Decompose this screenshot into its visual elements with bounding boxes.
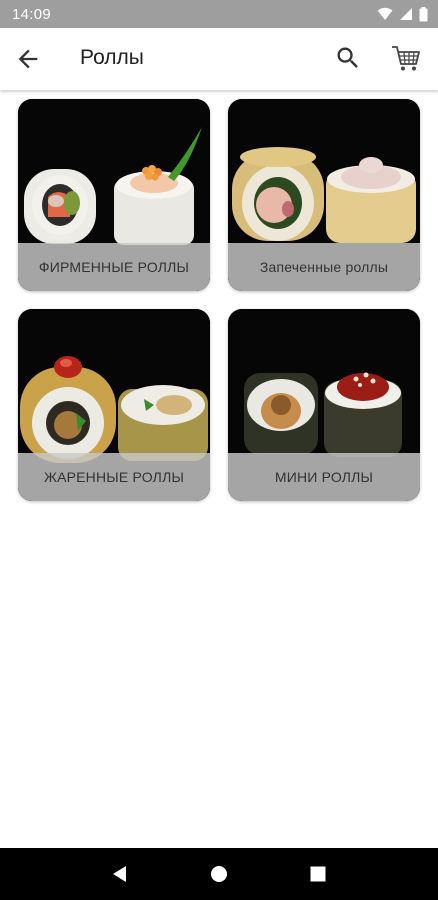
status-time: 14:09	[12, 5, 52, 23]
category-card-mini-rolls[interactable]: МИНИ РОЛЛЫ	[228, 309, 420, 501]
nav-recents-icon	[310, 866, 326, 882]
cellular-signal-icon	[400, 8, 412, 20]
back-button[interactable]	[14, 45, 42, 73]
status-bar: 14:09	[0, 0, 438, 28]
category-card-fried-rolls[interactable]: ЖАРЕННЫЕ РОЛЛЫ	[18, 309, 210, 501]
arrow-back-icon	[18, 49, 38, 69]
nav-home-icon	[210, 866, 227, 882]
category-label: МИНИ РОЛЛЫ	[228, 453, 420, 501]
category-label: Запеченные роллы	[228, 243, 420, 291]
shopping-cart-icon	[392, 46, 420, 71]
page-title: Роллы	[80, 46, 144, 69]
system-nav-bar	[0, 848, 438, 900]
nav-back-icon	[112, 866, 126, 882]
wifi-icon	[377, 7, 393, 20]
battery-icon	[419, 6, 428, 21]
search-button[interactable]	[334, 44, 362, 72]
nav-recents-button[interactable]	[298, 854, 338, 894]
cart-button[interactable]	[390, 42, 422, 74]
status-icons	[377, 6, 428, 22]
category-label: ЖАРЕННЫЕ РОЛЛЫ	[18, 453, 210, 501]
app-bar: Роллы	[0, 28, 438, 90]
nav-back-button[interactable]	[100, 854, 140, 894]
category-grid: ФИРМЕННЫЕ РОЛЛЫ Запеченные роллы ЖАРЕННЫ…	[18, 99, 420, 501]
category-card-baked-rolls[interactable]: Запеченные роллы	[228, 99, 420, 291]
category-card-signature-rolls[interactable]: ФИРМЕННЫЕ РОЛЛЫ	[18, 99, 210, 291]
search-icon	[337, 47, 358, 68]
nav-home-button[interactable]	[199, 854, 239, 894]
category-label: ФИРМЕННЫЕ РОЛЛЫ	[18, 243, 210, 291]
